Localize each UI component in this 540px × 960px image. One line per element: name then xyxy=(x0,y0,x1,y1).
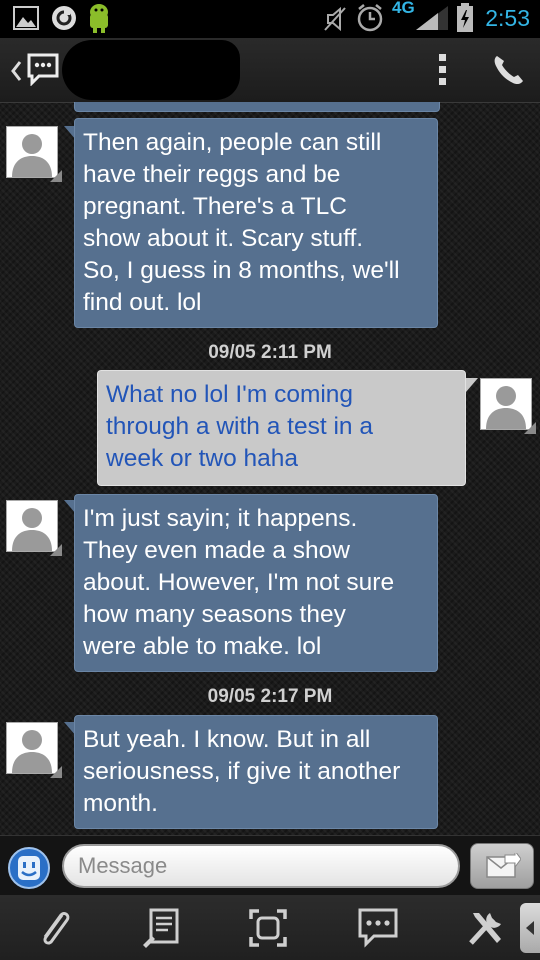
android-icon xyxy=(90,4,108,33)
action-bar xyxy=(0,38,540,103)
messaging-icon xyxy=(27,53,59,86)
avatar-corner xyxy=(50,170,62,182)
message-timestamp: 09/05 2:11 PM xyxy=(208,342,332,363)
avatar-corner xyxy=(50,766,62,778)
drawer-handle[interactable] xyxy=(520,903,540,953)
message-bubble-incoming[interactable]: But yeah. I know. But in all seriousness… xyxy=(74,715,438,829)
messages-icon[interactable] xyxy=(355,905,401,951)
gallery-icon xyxy=(13,6,39,30)
alarm-icon xyxy=(357,4,383,32)
sync-icon xyxy=(52,6,76,30)
contact-name-redacted xyxy=(62,40,240,100)
attach-icon[interactable] xyxy=(32,905,78,951)
mute-icon xyxy=(324,6,346,32)
message-bubble-incoming[interactable]: Then again, people can still have their … xyxy=(74,118,438,328)
message-text: Then again, people can still have their … xyxy=(83,129,400,316)
message-text: But yeah. I know. But in all seriousness… xyxy=(83,726,401,817)
drawer-handle-icon xyxy=(526,921,534,935)
screenshot-icon[interactable] xyxy=(245,905,291,951)
battery-icon xyxy=(457,3,473,32)
message-text: What no lol I'm coming through a with a … xyxy=(106,381,373,472)
status-time: 2:53 xyxy=(485,5,530,31)
avatar-corner xyxy=(50,544,62,556)
message-input[interactable] xyxy=(62,844,460,888)
message-bubble-outgoing[interactable]: What no lol I'm coming through a with a … xyxy=(97,370,466,486)
message-bubble-partial xyxy=(74,102,440,112)
message-timestamp: 09/05 2:17 PM xyxy=(207,686,333,707)
overflow-menu-icon[interactable] xyxy=(437,52,449,88)
message-bubble-incoming[interactable]: I'm just sayin; it happens. They even ma… xyxy=(74,494,438,672)
composer-bar xyxy=(0,835,540,896)
bottom-toolbar xyxy=(0,895,540,960)
conversation-thread[interactable]: Then again, people can still have their … xyxy=(0,102,540,835)
avatar-corner xyxy=(524,422,536,434)
back-icon[interactable] xyxy=(10,60,22,82)
send-button[interactable] xyxy=(470,843,534,889)
phone-icon[interactable] xyxy=(490,52,526,88)
compose-icon[interactable] xyxy=(138,905,184,951)
status-bar: 4G 2:53 xyxy=(0,0,540,38)
send-icon xyxy=(486,853,521,878)
emoticon-icon[interactable] xyxy=(7,846,51,890)
tools-icon[interactable] xyxy=(463,905,509,951)
message-text: I'm just sayin; it happens. They even ma… xyxy=(83,505,395,660)
signal-icon xyxy=(416,6,448,30)
bubble-tail xyxy=(466,378,478,392)
network-type-label: 4G xyxy=(392,0,415,17)
